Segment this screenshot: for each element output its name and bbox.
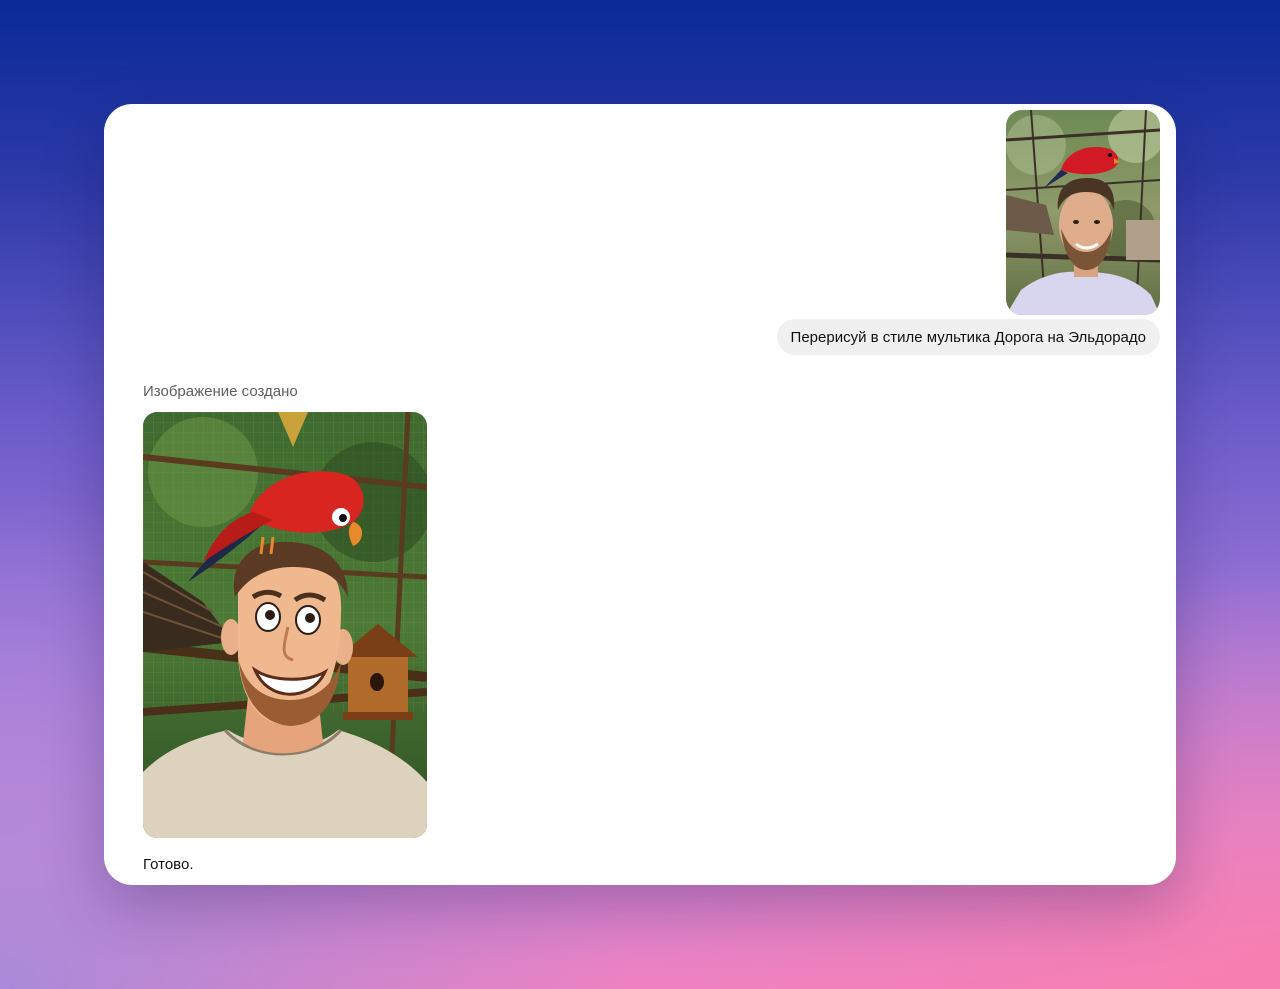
user-photo-icon	[1006, 110, 1160, 315]
image-created-label: Изображение создано	[143, 383, 298, 400]
assistant-reply-text: Готово.	[143, 856, 194, 873]
generated-cartoon-image-icon	[143, 412, 427, 838]
user-message-bubble: Перерисуй в стиле мультика Дорога на Эль…	[776, 319, 1160, 355]
chat-window: Перерисуй в стиле мультика Дорога на Эль…	[104, 104, 1176, 885]
user-photo-attachment[interactable]	[1006, 110, 1160, 315]
user-message-text: Перерисуй в стиле мультика Дорога на Эль…	[790, 328, 1146, 346]
generated-image[interactable]	[143, 412, 427, 838]
